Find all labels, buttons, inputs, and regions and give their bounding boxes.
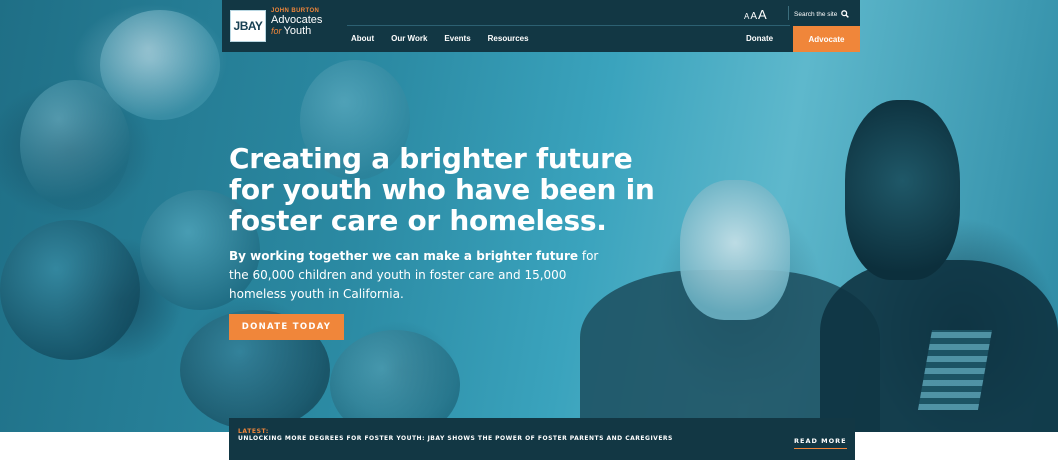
nav-divider (347, 25, 790, 26)
balloon-shape (0, 220, 140, 360)
donate-today-button[interactable]: DONATE TODAY (229, 314, 344, 340)
utility-divider (788, 6, 789, 20)
logo-bottom-word: Youth (283, 25, 312, 37)
hero-subtext-bold: By working together we can make a bright… (229, 249, 579, 263)
search-icon (841, 10, 850, 18)
font-size-large-button[interactable]: A (758, 7, 767, 22)
logo-wordmark[interactable]: JOHN BURTON Advocates for Youth (271, 8, 322, 37)
menu-item-our-work[interactable]: Our Work (391, 34, 427, 43)
latest-title[interactable]: UNLOCKING MORE DEGREES FOR FOSTER YOUTH:… (238, 435, 678, 443)
menu-item-resources[interactable]: Resources (488, 34, 529, 43)
person-silhouette (845, 100, 960, 280)
font-size-small-button[interactable]: A (744, 12, 749, 21)
person-silhouette (680, 180, 790, 320)
donate-link[interactable]: Donate (746, 34, 773, 43)
menu-item-events[interactable]: Events (444, 34, 470, 43)
logo-for-text: for (271, 26, 282, 36)
menu-item-about[interactable]: About (351, 34, 374, 43)
top-nav: JBAY JOHN BURTON Advocates for Youth A A … (222, 0, 860, 52)
read-more-link[interactable]: READ MORE (794, 437, 847, 449)
site-search[interactable]: Search the site (794, 10, 850, 18)
font-size-medium-button[interactable]: A (750, 11, 757, 22)
search-label: Search the site (794, 10, 838, 18)
hero-headline: Creating a brighter future for youth who… (229, 142, 655, 237)
latest-news-bar: LATEST: UNLOCKING MORE DEGREES FOR FOSTE… (229, 418, 855, 460)
logo-bottom-line: for Youth (271, 26, 322, 37)
main-menu: About Our Work Events Resources (351, 34, 546, 43)
advocate-button[interactable]: Advocate (793, 26, 860, 52)
hero-subtext: By working together we can make a bright… (229, 247, 609, 304)
font-size-controls: A A A (744, 7, 767, 22)
balloon-shape (330, 330, 460, 432)
latest-label: LATEST: (238, 428, 269, 435)
balloon-shape (100, 10, 220, 120)
logo-mark-text: JBAY (233, 19, 263, 33)
logo-mark[interactable]: JBAY (230, 10, 266, 42)
